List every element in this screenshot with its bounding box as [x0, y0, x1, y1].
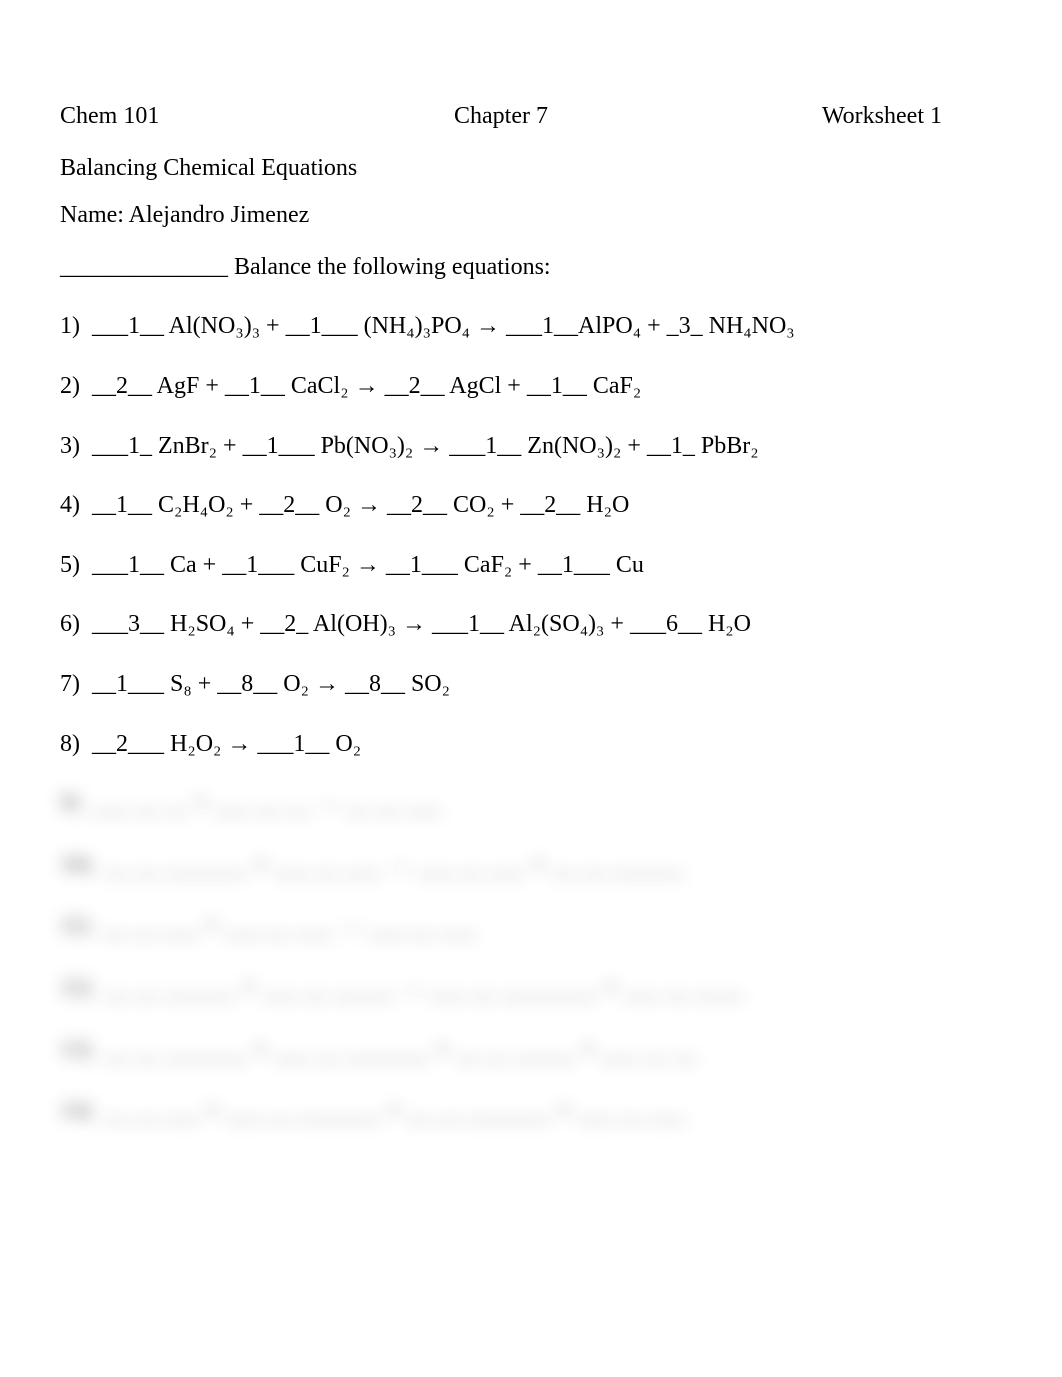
equations-list: 1) ___1__ Al(NO₃)₃ + __1___ (NH₄)₃PO₄ → … [60, 310, 1002, 761]
equation-number: 2) [60, 373, 80, 399]
equation-1: 1) ___1__ Al(NO₃)₃ + __1___ (NH₄)₃PO₄ → … [60, 310, 1002, 344]
equation-text: __2___ H₂O₂ → ___1__ O₂ [92, 731, 361, 757]
equation-number: 7) [60, 671, 80, 697]
equation-number: 10) [60, 852, 92, 878]
equation-number: 13) [60, 1037, 92, 1063]
equation-7: 7) __1___ S₈ + __8__ O₂ → __8__ SO₂ [60, 668, 1002, 702]
instruction-text: Balance the following equations: [234, 254, 551, 280]
equation-text: ___1_ ZnBr₂ + __1___ Pb(NO₃)₂ → ___1__ Z… [92, 433, 759, 459]
equation-number: 9) [60, 790, 80, 816]
equation-text: ___1__ Al(NO₃)₃ + __1___ (NH₄)₃PO₄ → ___… [92, 313, 795, 339]
chapter-label: Chapter 7 [354, 100, 648, 134]
equation-text: ___ __ __ + ___ __ __ → __ __ ___ [92, 790, 442, 816]
blurred-preview-area: 9) ___ __ __ + ___ __ __ → __ __ ___ 10)… [60, 787, 1002, 1129]
equation-number: 4) [60, 492, 80, 518]
blurred-equation: 13) __ __ _______ + ___ __ _______ + __ … [60, 1034, 1002, 1068]
equation-text: __1___ S₈ + __8__ O₂ → __8__ SO₂ [92, 671, 450, 697]
equation-number: 14) [60, 1098, 92, 1124]
blurred-equation: 14) __ __ ___ + ___ __ _______ + __ __ _… [60, 1095, 1002, 1129]
equation-text: ___3__ H₂SO₄ + __2_ Al(OH)₃ → ___1__ Al₂… [92, 611, 751, 637]
blurred-equation: 9) ___ __ __ + ___ __ __ → __ __ ___ [60, 787, 1002, 821]
equation-5: 5) ___1__ Ca + __1___ CuF₂ → __1___ CaF₂… [60, 549, 1002, 583]
equation-3: 3) ___1_ ZnBr₂ + __1___ Pb(NO₃)₂ → ___1_… [60, 430, 1002, 464]
instruction-line: ______________ Balance the following equ… [60, 251, 1002, 285]
blurred-equation: 12) __ __ ______ + ___ __ _____ → ___ __… [60, 972, 1002, 1006]
worksheet-label: Worksheet 1 [648, 100, 1002, 134]
course-code: Chem 101 [60, 100, 354, 134]
blurred-equation: 11) __ __ ___ + ___ __ ___ → ___ __ ___ [60, 910, 1002, 944]
instruction-blank: ______________ [60, 254, 234, 280]
equation-number: 6) [60, 611, 80, 637]
equation-number: 3) [60, 433, 80, 459]
equation-number: 8) [60, 731, 80, 757]
equation-number: 5) [60, 552, 80, 578]
equation-number: 11) [60, 913, 91, 939]
equation-6: 6) ___3__ H₂SO₄ + __2_ Al(OH)₃ → ___1__ … [60, 608, 1002, 642]
worksheet-subtitle: Balancing Chemical Equations [60, 152, 1002, 186]
name-value: Alejandro Jimenez [129, 202, 310, 228]
equation-text: ___1__ Ca + __1___ CuF₂ → __1___ CaF₂ + … [92, 552, 644, 578]
equation-text: __ __ ___ + ___ __ ___ → ___ __ ___ [103, 913, 477, 939]
equation-4: 4) __1__ C₂H₄O₂ + __2__ O₂ → __2__ CO₂ +… [60, 489, 1002, 523]
equation-text: __2__ AgF + __1__ CaCl₂ → __2__ AgCl + _… [92, 373, 641, 399]
equation-number: 12) [60, 975, 92, 1001]
header-row: Chem 101 Chapter 7 Worksheet 1 [60, 100, 1002, 134]
equation-8: 8) __2___ H₂O₂ → ___1__ O₂ [60, 728, 1002, 762]
equation-text: __ __ ______ + ___ __ _____ → ___ __ ___… [104, 975, 743, 1001]
blurred-equation: 10) __ __ _______ + ___ __ ___ → ___ __ … [60, 849, 1002, 883]
name-line: Name: Alejandro Jimenez [60, 199, 1002, 233]
equation-text: __ __ _______ + ___ __ _______ + __ __ _… [104, 1037, 697, 1063]
equation-text: __1__ C₂H₄O₂ + __2__ O₂ → __2__ CO₂ + __… [92, 492, 629, 518]
name-label: Name: [60, 202, 129, 228]
equation-text: __ __ _______ + ___ __ ___ → ___ __ ___ … [104, 852, 683, 878]
equation-number: 1) [60, 313, 80, 339]
equation-2: 2) __2__ AgF + __1__ CaCl₂ → __2__ AgCl … [60, 370, 1002, 404]
equation-text: __ __ ___ + ___ __ _______ + __ __ _____… [104, 1098, 685, 1124]
